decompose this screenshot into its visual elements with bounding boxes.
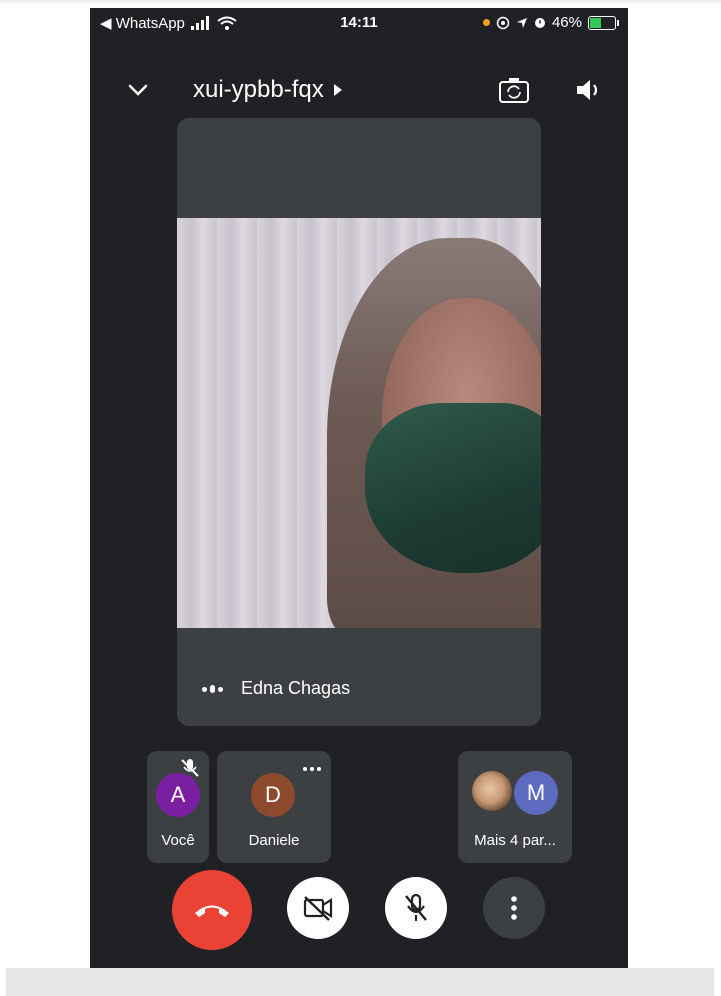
- meeting-code: xui-ypbb-fqx: [193, 76, 324, 103]
- page-top-line: [0, 0, 721, 3]
- avatar: D: [251, 773, 295, 817]
- phone-screen: ◀ WhatsApp 14:11 46% xui-ypbb-fqx Edna C…: [90, 8, 628, 968]
- participant-label: Daniele: [248, 832, 300, 849]
- camera-off-icon: [303, 896, 333, 921]
- camera-switch-icon[interactable]: [498, 76, 530, 104]
- speaking-indicator-icon: [202, 685, 223, 693]
- status-right: 46%: [482, 14, 619, 31]
- camera-toggle-button[interactable]: [287, 877, 349, 939]
- battery-icon: [588, 15, 619, 30]
- page-bottom-bar: [6, 968, 714, 996]
- meeting-code-button[interactable]: xui-ypbb-fqx: [193, 76, 342, 104]
- more-horiz-icon[interactable]: [303, 767, 321, 771]
- meeting-header: xui-ypbb-fqx: [90, 68, 628, 112]
- battery-percent: 46%: [551, 14, 582, 31]
- status-bar: ◀ WhatsApp 14:11 46%: [90, 8, 628, 38]
- main-participant-tile[interactable]: Edna Chagas: [177, 118, 541, 726]
- avatar: A: [156, 773, 200, 817]
- participant-tile-more[interactable]: M Mais 4 par...: [458, 751, 572, 863]
- participant-tile-self[interactable]: A Você: [147, 751, 209, 863]
- chevron-down-icon[interactable]: [126, 78, 150, 102]
- more-options-button[interactable]: [483, 877, 545, 939]
- participant-label: Você: [161, 832, 195, 849]
- participant-video: [177, 218, 541, 628]
- hangup-button[interactable]: [172, 870, 252, 950]
- participant-tile-daniele[interactable]: D Daniele: [217, 751, 331, 863]
- location-icon: [516, 17, 527, 28]
- mic-off-icon: [405, 893, 427, 921]
- mic-toggle-button[interactable]: [385, 877, 447, 939]
- mic-in-use-indicator-icon: [482, 19, 490, 26]
- participant-name: Edna Chagas: [241, 678, 351, 698]
- participant-label: Mais 4 par...: [474, 832, 556, 849]
- caret-right-icon: [333, 84, 342, 96]
- avatar: M: [514, 771, 558, 815]
- speaker-icon[interactable]: [574, 76, 604, 104]
- participant-photo-avatar: [472, 771, 512, 811]
- orientation-lock-icon: [496, 16, 510, 29]
- phone-hangup-icon: [195, 905, 229, 917]
- alarm-icon: [534, 18, 545, 28]
- more-vert-icon: [511, 896, 517, 920]
